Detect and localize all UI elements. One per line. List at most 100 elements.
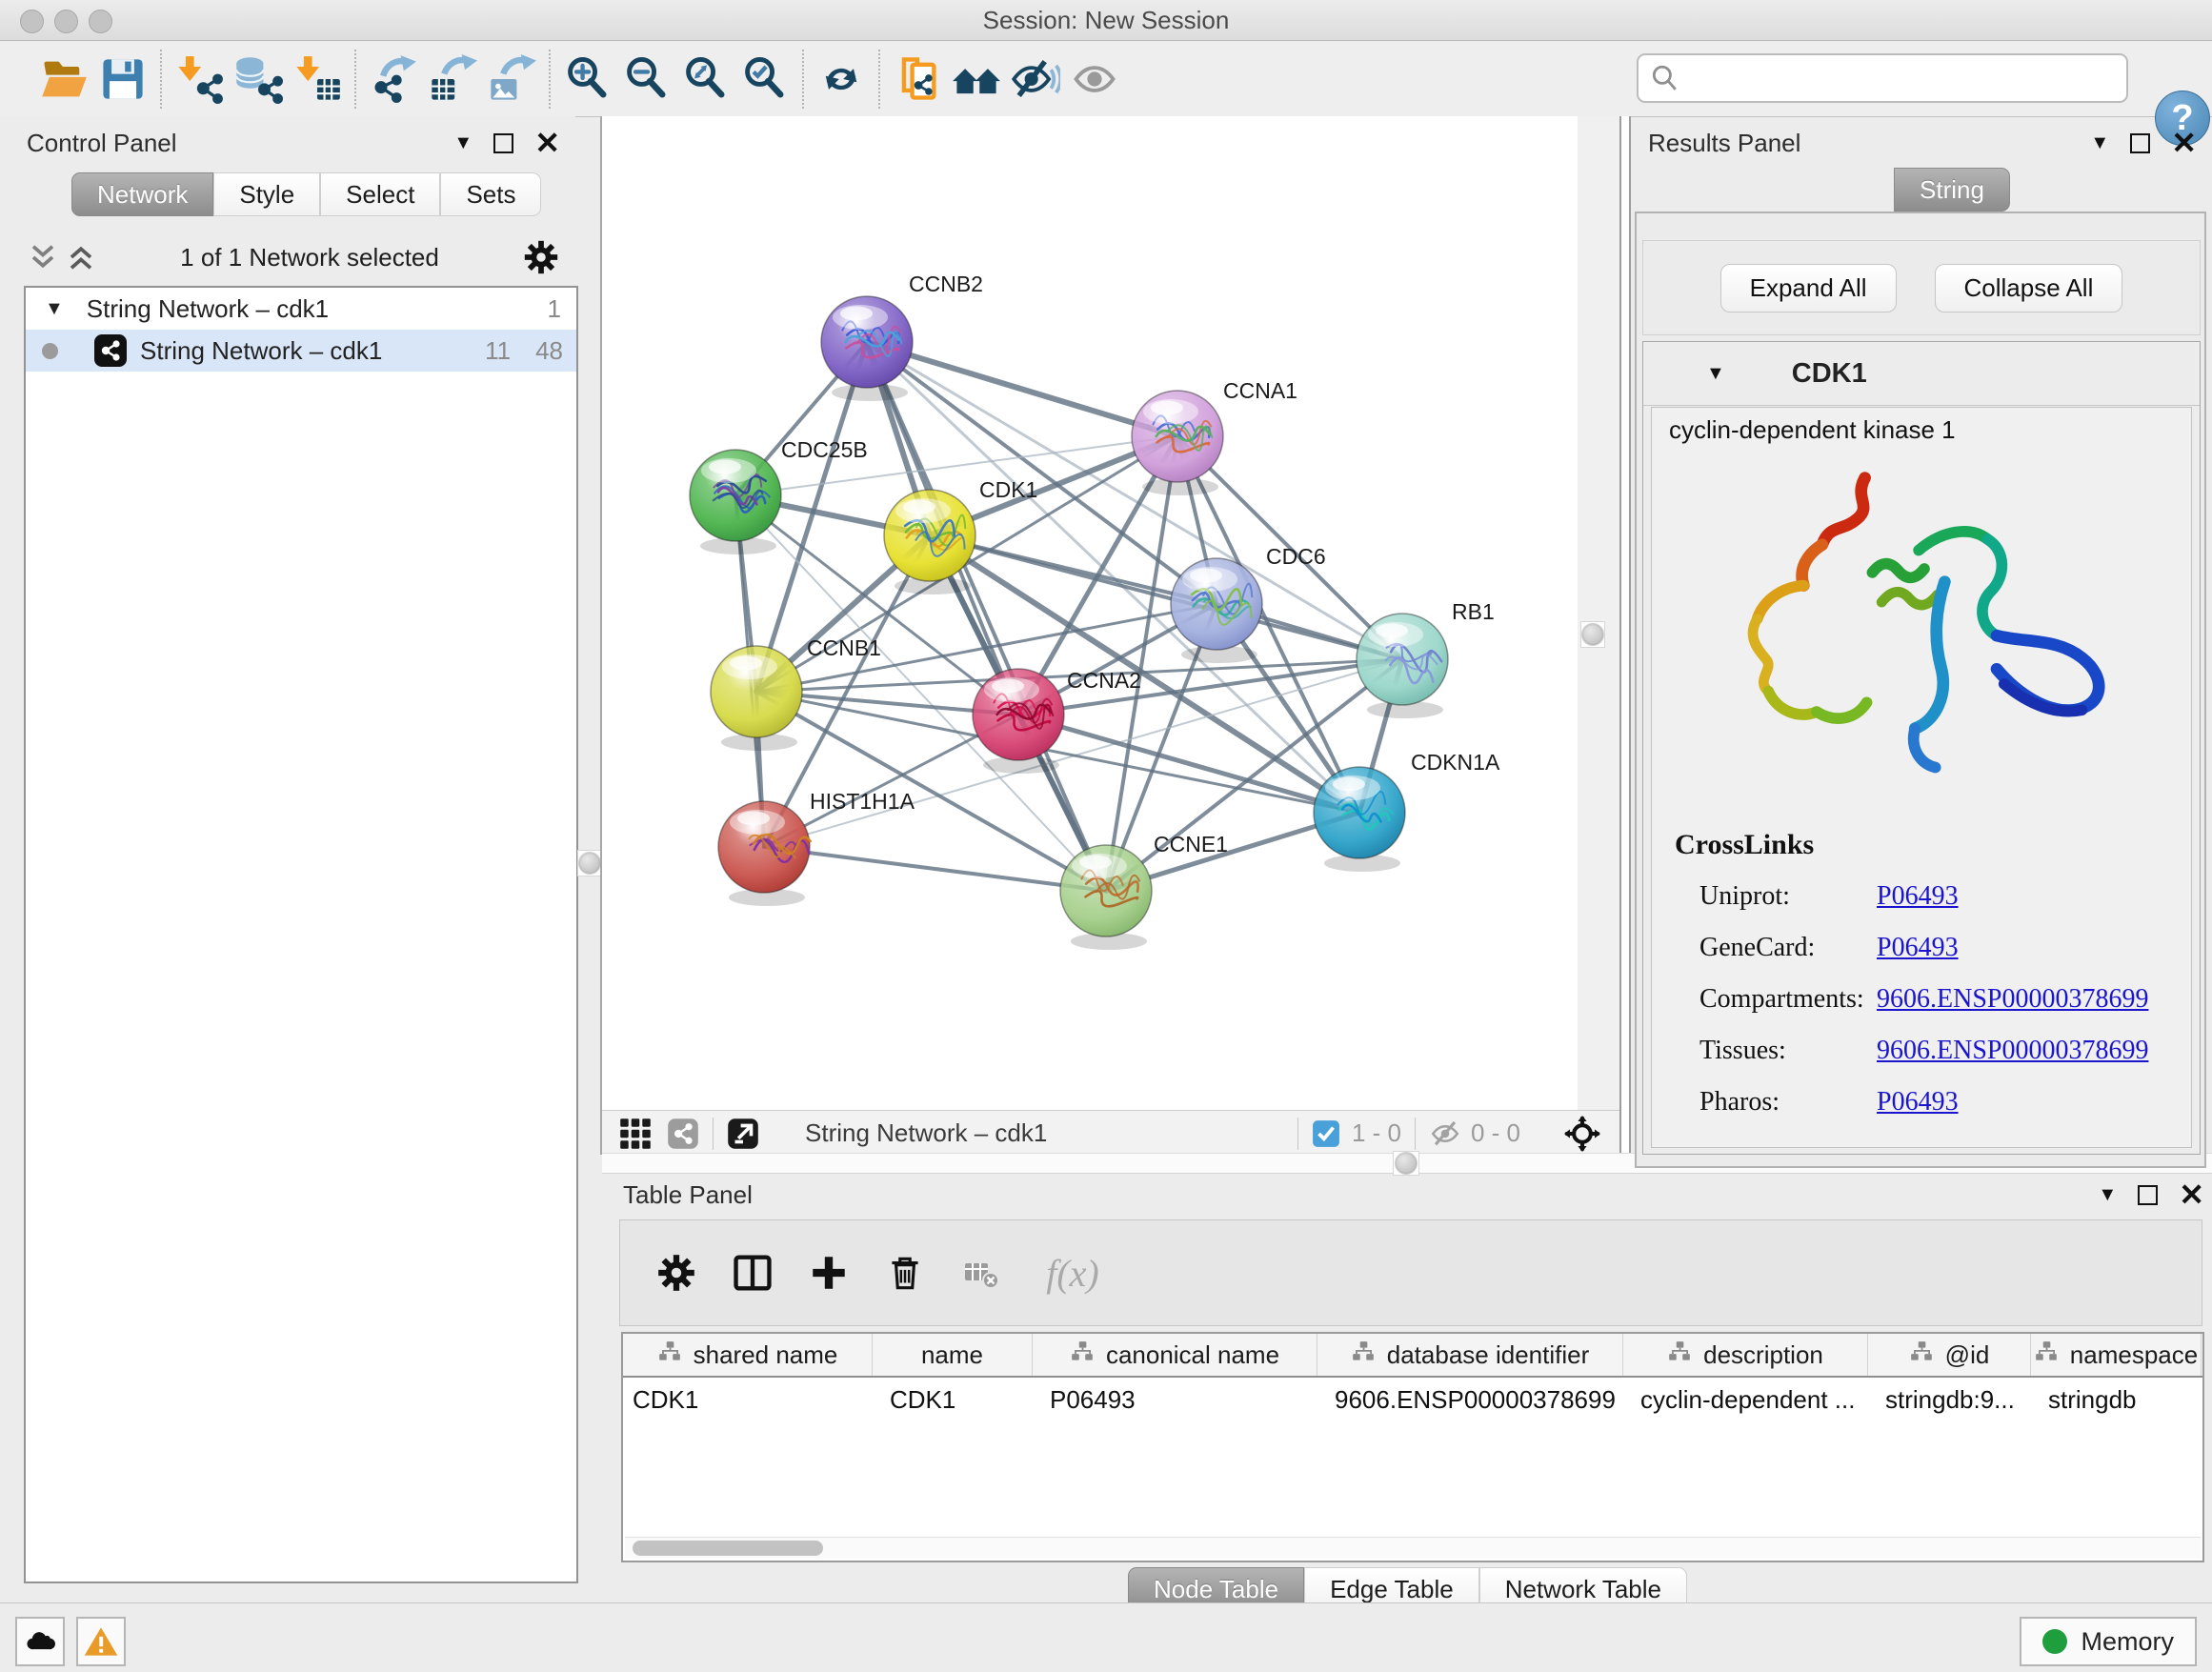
close-panel-icon[interactable]: ✕	[534, 133, 560, 152]
export-table-icon[interactable]	[423, 50, 482, 109]
network-edge-HIST1H1A-CCNE1[interactable]	[764, 847, 1106, 891]
table-cell[interactable]: 9606.ENSP00000378699	[1317, 1378, 1623, 1421]
zoom-out-icon[interactable]	[617, 50, 676, 109]
network-node-CDKN1A[interactable]	[1314, 767, 1405, 872]
search-box[interactable]	[1637, 53, 2128, 103]
float-panel-icon[interactable]	[2138, 1185, 2158, 1205]
cloud-icon[interactable]	[15, 1617, 65, 1666]
expand-all-button[interactable]: Expand All	[1720, 264, 1897, 312]
section-expander-icon[interactable]: ▼	[1706, 363, 1725, 385]
network-node-RB1[interactable]	[1357, 614, 1448, 718]
houses-icon[interactable]	[947, 50, 1006, 109]
close-panel-icon[interactable]: ✕	[2171, 133, 2197, 152]
panel-menu-icon[interactable]: ▼	[453, 132, 473, 154]
network-edge-CCNB2-CCNA1[interactable]	[867, 342, 1177, 436]
toolbar-separator	[354, 50, 356, 109]
float-panel-icon[interactable]	[2130, 133, 2150, 153]
memory-button[interactable]: Memory	[2020, 1617, 2197, 1666]
zoom-window-button[interactable]	[89, 10, 112, 33]
gear-icon[interactable]	[519, 230, 563, 285]
crosslink-value-link[interactable]: P06493	[1877, 933, 1959, 963]
import-network-file-icon[interactable]	[170, 50, 229, 109]
table-cell[interactable]: stringdb:9...	[1868, 1378, 2031, 1421]
panel-menu-icon[interactable]: ▼	[2098, 1184, 2117, 1206]
network-edge-CDK1-RB1[interactable]	[930, 535, 1402, 659]
tab-string[interactable]: String	[1894, 168, 2010, 212]
open-file-icon[interactable]	[34, 50, 93, 109]
network-view-toolbar: String Network – cdk1 1 - 0 0 - 0	[602, 1110, 1619, 1156]
zoom-selected-icon[interactable]	[735, 50, 794, 109]
import-table-icon[interactable]	[288, 50, 347, 109]
network-node-CCNB1[interactable]	[711, 646, 802, 751]
search-input[interactable]	[1679, 59, 2126, 97]
add-column-icon[interactable]	[801, 1245, 856, 1300]
network-node-CDC25B[interactable]	[690, 450, 781, 554]
table-cell[interactable]: CDK1	[623, 1378, 873, 1421]
new-network-from-selection-icon[interactable]	[888, 50, 947, 109]
table-settings-gear-icon[interactable]	[649, 1245, 704, 1300]
tree-expander-icon[interactable]: ▼	[45, 298, 64, 320]
column-header--id[interactable]: @id	[1868, 1334, 2031, 1376]
network-node-CCNB2[interactable]	[821, 296, 913, 401]
scrollbar-thumb[interactable]	[633, 1541, 823, 1556]
crosslink-value-link[interactable]: 9606.ENSP00000378699	[1877, 984, 2148, 1015]
title-bar: Session: New Session	[0, 0, 2212, 41]
network-canvas[interactable]: CCNB2CCNA1CDC25BCDK1CDC6RB1CCNB1CCNA2CDK…	[602, 116, 1619, 1110]
warning-icon[interactable]	[76, 1617, 126, 1666]
export-image-icon[interactable]	[482, 50, 541, 109]
export-network-icon[interactable]	[364, 50, 423, 109]
close-window-button[interactable]	[20, 10, 44, 33]
float-panel-icon[interactable]	[493, 133, 513, 153]
zoom-in-icon[interactable]	[558, 50, 617, 109]
column-header-namespace[interactable]: namespace	[2031, 1334, 2202, 1376]
show-columns-icon[interactable]	[725, 1245, 780, 1300]
crosslink-value-link[interactable]: P06493	[1877, 1087, 1959, 1118]
network-collection-row[interactable]: ▼ String Network – cdk1 1	[26, 288, 576, 330]
network-node-CCNA2[interactable]	[973, 669, 1064, 774]
table-row[interactable]: CDK1CDK1P064939606.ENSP00000378699cyclin…	[623, 1378, 2202, 1421]
table-horizontal-scrollbar[interactable]	[625, 1537, 2201, 1559]
network-share-icon[interactable]	[667, 1118, 699, 1150]
tab-select[interactable]: Select	[320, 172, 440, 216]
minimize-window-button[interactable]	[54, 10, 78, 33]
node-label-CDKN1A: CDKN1A	[1411, 750, 1500, 775]
column-header-database-identifier[interactable]: database identifier	[1317, 1334, 1623, 1376]
crosslink-row: Uniprot:P06493	[1699, 871, 2176, 922]
collapse-all-icon[interactable]	[24, 230, 62, 285]
column-header-name[interactable]: name	[873, 1334, 1033, 1376]
save-session-icon[interactable]	[93, 50, 152, 109]
panel-menu-icon[interactable]: ▼	[2090, 132, 2109, 154]
close-panel-icon[interactable]: ✕	[2179, 1185, 2204, 1204]
network-row[interactable]: String Network – cdk1 11 48	[26, 330, 576, 372]
right-splitter-handle[interactable]	[1580, 621, 1605, 648]
table-cell[interactable]: stringdb	[2031, 1378, 2202, 1421]
crosshair-icon[interactable]	[1564, 1116, 1600, 1152]
table-cell[interactable]: CDK1	[873, 1378, 1033, 1421]
selected-checkbox-icon[interactable]	[1312, 1119, 1340, 1148]
crosslink-value-link[interactable]: 9606.ENSP00000378699	[1877, 1036, 2148, 1066]
network-node-CCNE1[interactable]	[1060, 845, 1152, 950]
tab-sets[interactable]: Sets	[440, 172, 541, 216]
network-node-CCNA1[interactable]	[1132, 391, 1223, 495]
tab-style[interactable]: Style	[213, 172, 320, 216]
apply-layout-icon[interactable]	[812, 50, 871, 109]
expand-all-icon[interactable]	[62, 230, 100, 285]
crosslink-value-link[interactable]: P06493	[1877, 881, 1959, 912]
tab-network[interactable]: Network	[71, 172, 213, 216]
column-header-shared-name[interactable]: shared name	[623, 1334, 873, 1376]
column-header-canonical-name[interactable]: canonical name	[1033, 1334, 1317, 1376]
network-selection-status: 1 of 1 Network selected	[100, 243, 519, 272]
left-splitter-handle[interactable]	[577, 850, 602, 876]
collapse-all-button[interactable]: Collapse All	[1935, 264, 2123, 312]
import-network-database-icon[interactable]	[229, 50, 288, 109]
table-cell[interactable]: cyclin-dependent ...	[1623, 1378, 1868, 1421]
network-node-HIST1H1A[interactable]	[718, 801, 811, 906]
hide-selected-icon[interactable]	[1006, 50, 1065, 109]
gene-section-header[interactable]: ▼ CDK1	[1643, 342, 2200, 406]
detach-view-icon[interactable]	[727, 1118, 759, 1150]
grid-view-icon[interactable]	[619, 1118, 652, 1150]
table-cell[interactable]: P06493	[1033, 1378, 1317, 1421]
zoom-fit-icon[interactable]	[676, 50, 735, 109]
delete-column-trash-icon[interactable]	[877, 1245, 933, 1300]
column-header-description[interactable]: description	[1623, 1334, 1868, 1376]
